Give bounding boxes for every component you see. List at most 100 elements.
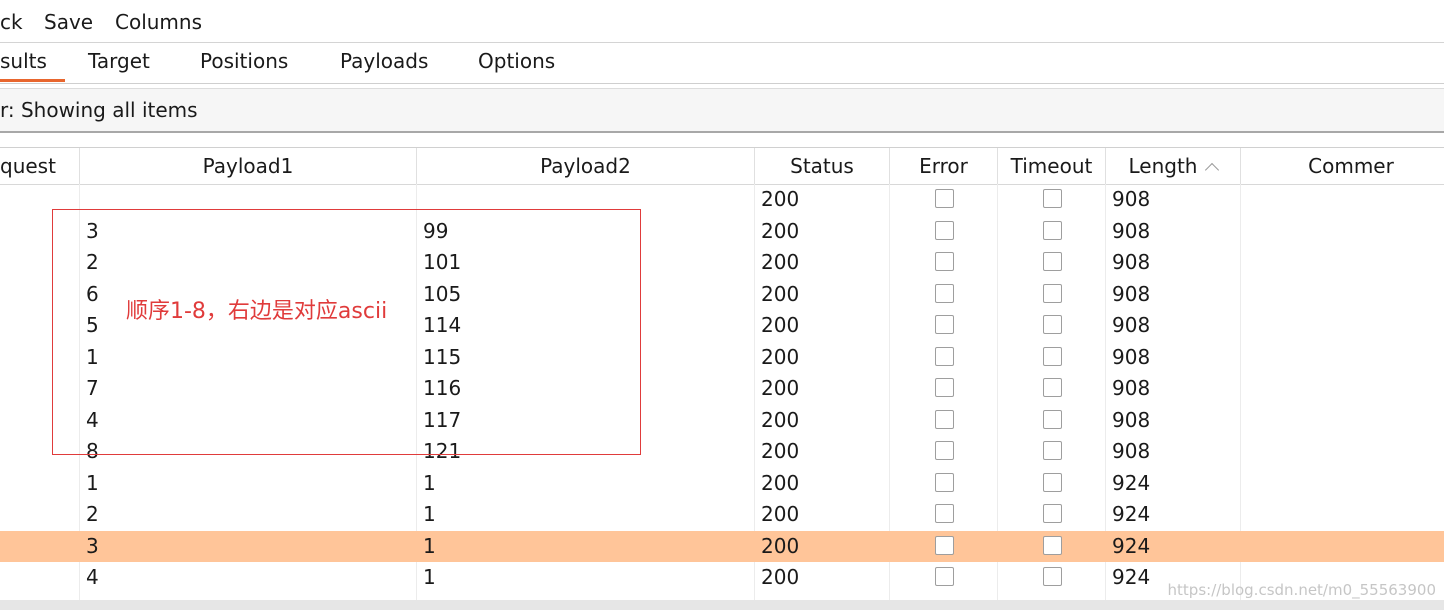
timeout-checkbox[interactable] (1043, 315, 1062, 334)
column-header-error[interactable]: Error (890, 148, 998, 184)
results-table-header: quest Payload1 Payload2 Status Error Tim… (0, 147, 1444, 185)
menu-columns[interactable]: Columns (115, 9, 202, 35)
horizontal-scrollbar[interactable] (0, 600, 1444, 610)
timeout-checkbox[interactable] (1043, 441, 1062, 460)
error-checkbox[interactable] (935, 535, 954, 555)
filter-bar[interactable]: r: Showing all items (0, 88, 1444, 133)
column-header-comment[interactable]: Commer (1241, 148, 1444, 184)
column-header-label: quest (0, 154, 56, 178)
error-checkbox[interactable] (935, 441, 954, 460)
column-header-request[interactable]: quest (0, 148, 80, 184)
cell-status: 200 (761, 533, 800, 558)
table-row[interactable]: 200 908 (0, 184, 1444, 216)
timeout-checkbox[interactable] (1043, 378, 1062, 397)
cell-length: 924 (1112, 533, 1151, 558)
cell-status: 200 (761, 218, 800, 243)
cell-payload2: 115 (423, 344, 462, 369)
column-header-label: Timeout (1010, 154, 1093, 178)
cell-length: 924 (1112, 502, 1151, 526)
timeout-checkbox[interactable] (1043, 535, 1062, 555)
column-header-label: Payload2 (540, 154, 631, 178)
cell-payload2: 116 (423, 376, 462, 400)
cell-payload1: 4 (86, 565, 99, 589)
cell-status: 200 (761, 376, 800, 400)
tab-target[interactable]: Target (88, 48, 150, 74)
timeout-checkbox[interactable] (1043, 346, 1062, 366)
error-checkbox[interactable] (935, 252, 954, 271)
cell-length: 924 (1112, 470, 1151, 495)
cell-status: 200 (761, 313, 800, 337)
cell-payload1: 8 (86, 439, 99, 463)
cell-payload2: 105 (423, 281, 462, 306)
tabbar-divider (0, 83, 1444, 84)
column-header-label: Status (790, 154, 854, 178)
table-row[interactable]: 1 1 200 924 (0, 468, 1444, 500)
filter-label[interactable]: r: Showing all items (0, 97, 198, 123)
cell-payload1: 4 (86, 407, 99, 432)
cell-payload2: 1 (423, 565, 436, 589)
error-checkbox[interactable] (935, 504, 954, 523)
table-row[interactable]: 7 116 200 908 (0, 373, 1444, 405)
table-row[interactable]: 8 121 200 908 (0, 436, 1444, 468)
tab-results[interactable]: sults (0, 48, 47, 74)
cell-payload2: 114 (423, 313, 462, 337)
cell-status: 200 (761, 470, 800, 495)
cell-payload1: 6 (86, 281, 99, 306)
tab-payloads[interactable]: Payloads (340, 48, 428, 74)
timeout-checkbox[interactable] (1043, 252, 1062, 271)
column-header-payload2[interactable]: Payload2 (417, 148, 755, 184)
sort-ascending-icon (1205, 162, 1220, 178)
timeout-checkbox[interactable] (1043, 567, 1062, 586)
cell-length: 908 (1112, 376, 1151, 400)
cell-payload1: 3 (86, 533, 99, 558)
error-checkbox[interactable] (935, 378, 954, 397)
table-row[interactable]: 1 115 200 908 (0, 342, 1444, 374)
timeout-checkbox[interactable] (1043, 409, 1062, 429)
column-header-label: Error (919, 154, 968, 178)
table-row[interactable]: 4 117 200 908 (0, 405, 1444, 437)
column-header-label: Length (1128, 154, 1198, 178)
column-header-status[interactable]: Status (755, 148, 890, 184)
cell-payload1: 5 (86, 313, 99, 337)
column-header-length[interactable]: Length (1106, 148, 1241, 184)
error-checkbox[interactable] (935, 472, 954, 492)
timeout-checkbox[interactable] (1043, 472, 1062, 492)
cell-payload1: 1 (86, 344, 99, 369)
cell-status: 200 (761, 565, 800, 589)
tab-positions[interactable]: Positions (200, 48, 288, 74)
timeout-checkbox[interactable] (1043, 504, 1062, 523)
error-checkbox[interactable] (935, 189, 954, 208)
menu-save[interactable]: Save (44, 9, 93, 35)
active-tab-indicator (0, 79, 65, 82)
cell-length: 908 (1112, 439, 1151, 463)
table-row[interactable]: 3 99 200 908 (0, 216, 1444, 248)
cell-status: 200 (761, 187, 800, 211)
cell-status: 200 (761, 344, 800, 369)
timeout-checkbox[interactable] (1043, 189, 1062, 208)
cell-status: 200 (761, 281, 800, 306)
tab-options[interactable]: Options (478, 48, 555, 74)
error-checkbox[interactable] (935, 283, 954, 303)
menu-attack[interactable]: ck (0, 9, 23, 35)
timeout-checkbox[interactable] (1043, 220, 1062, 240)
column-header-payload1[interactable]: Payload1 (80, 148, 417, 184)
cell-payload1: 7 (86, 376, 99, 400)
cell-status: 200 (761, 502, 800, 526)
cell-status: 200 (761, 250, 800, 274)
table-row[interactable]: 2 1 200 924 (0, 499, 1444, 531)
error-checkbox[interactable] (935, 346, 954, 366)
error-checkbox[interactable] (935, 315, 954, 334)
cell-status: 200 (761, 407, 800, 432)
table-row[interactable]: 2 101 200 908 (0, 247, 1444, 279)
timeout-checkbox[interactable] (1043, 283, 1062, 303)
column-header-label: Commer (1308, 154, 1394, 178)
error-checkbox[interactable] (935, 567, 954, 586)
cell-payload1: 2 (86, 250, 99, 274)
error-checkbox[interactable] (935, 220, 954, 240)
error-checkbox[interactable] (935, 409, 954, 429)
cell-payload2: 1 (423, 533, 436, 558)
cell-payload2: 99 (423, 218, 449, 243)
column-header-timeout[interactable]: Timeout (998, 148, 1106, 184)
cell-length: 924 (1112, 565, 1151, 589)
table-row[interactable]: 3 1 200 924 (0, 530, 1444, 562)
